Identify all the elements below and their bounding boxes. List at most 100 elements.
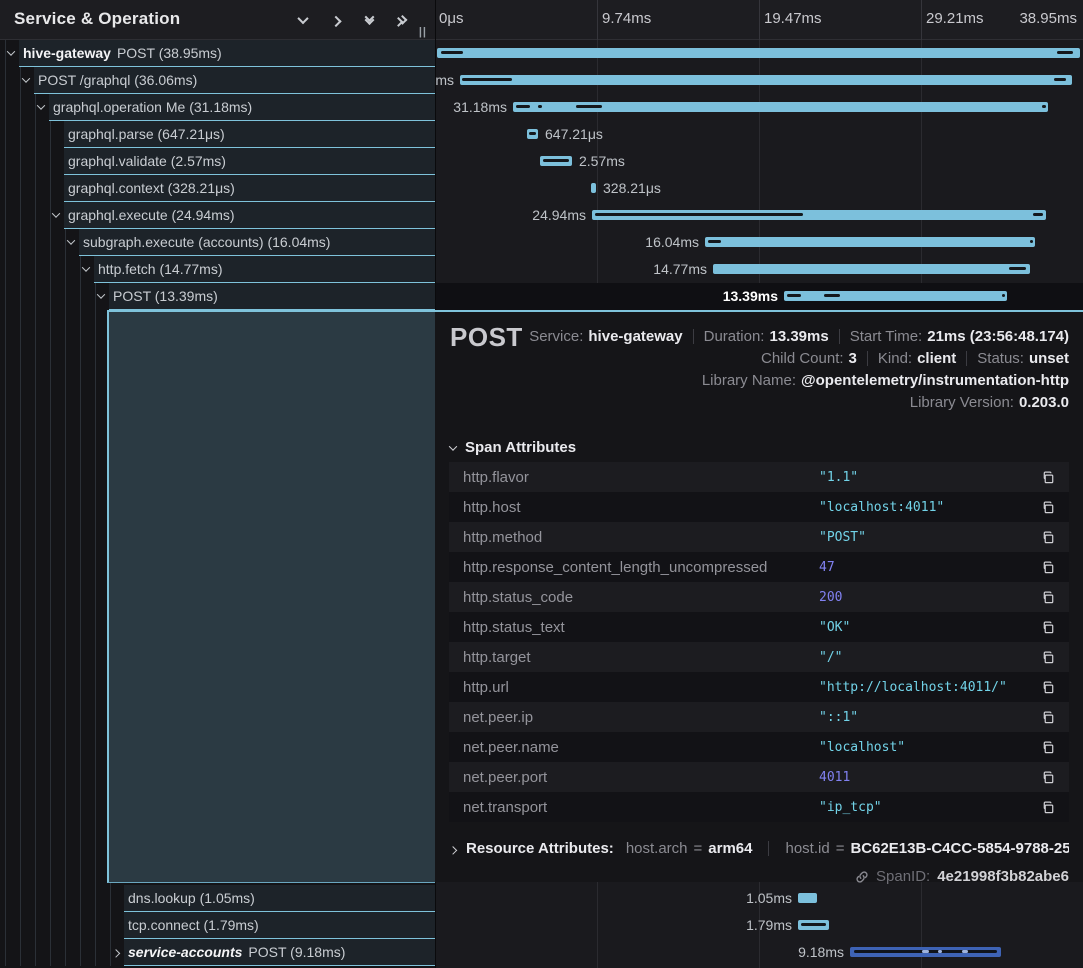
copy-icon[interactable] (1039, 618, 1057, 636)
operation-name-duration: POST (38.95ms) (117, 45, 222, 61)
tree-row-tcp-connect[interactable]: tcp.connect (1.79ms) (0, 912, 435, 939)
tree-row-post[interactable]: POST (13.39ms) (0, 283, 435, 310)
expand-all-icon[interactable] (395, 13, 409, 27)
chevron-down-icon[interactable] (97, 290, 105, 298)
span-bar-child-mark (1002, 294, 1005, 297)
resource-value: arm64 (708, 840, 752, 857)
span-duration-label: 31.18ms (453, 99, 507, 115)
span-bar-subgraph-execute-accounts[interactable] (705, 237, 1035, 247)
copy-icon[interactable] (1039, 708, 1057, 726)
tree-row-label: POST (13.39ms) (109, 283, 435, 310)
span-bar-child-mark (1033, 213, 1043, 216)
tree-row-subgraph-execute-accounts[interactable]: subgraph.execute (accounts) (16.04ms) (0, 229, 435, 256)
chevron-down-icon[interactable] (7, 47, 15, 55)
resource-attributes-title: Resource Attributes: (466, 840, 614, 857)
copy-icon[interactable] (1039, 768, 1057, 786)
span-detail-panel: POST Service:hive-gatewayDuration:13.39m… (435, 310, 1083, 882)
equals-sign: = (836, 840, 845, 857)
tree-toolbar (296, 0, 409, 40)
timeline-axis: 0μs9.74ms19.47ms29.21ms38.95ms (435, 0, 1083, 40)
span-bar-graphql-validate[interactable] (540, 156, 572, 166)
operation-name-duration: http.fetch (14.77ms) (98, 261, 223, 277)
span-bar-post[interactable] (784, 291, 1007, 301)
chevron-right-icon (450, 846, 457, 854)
tree-row-post-graphql[interactable]: POST /graphql (36.06ms) (0, 67, 435, 94)
span-bar-child-mark (801, 923, 826, 926)
operation-name-duration: POST (13.39ms) (113, 288, 218, 304)
tree-row-service-accounts-post[interactable]: service-accountsPOST (9.18ms) (0, 939, 435, 966)
span-bar-post-graphql[interactable] (460, 75, 1072, 85)
attribute-row-net-peer-ip: net.peer.ip"::1" (449, 702, 1069, 732)
tree-row-graphql-validate[interactable]: graphql.validate (2.57ms) (0, 148, 435, 175)
span-attributes-table: http.flavor"1.1" http.host"localhost:401… (449, 462, 1069, 822)
meta-value: unset (1029, 350, 1069, 367)
expand-one-icon[interactable] (329, 13, 343, 27)
attribute-row-net-peer-port: net.peer.port4011 (449, 762, 1069, 792)
span-bar-http-fetch[interactable] (713, 264, 1030, 274)
copy-icon[interactable] (1039, 558, 1057, 576)
copy-icon[interactable] (1039, 588, 1057, 606)
meta-value: hive-gateway (588, 328, 682, 345)
copy-icon[interactable] (1039, 798, 1057, 816)
span-id-row: SpanID: 4e21998f3b82abe6 (855, 868, 1069, 885)
span-bar-service-accounts-post[interactable] (850, 947, 1001, 957)
meta-separator (693, 329, 694, 344)
span-bar-child-mark (1009, 267, 1026, 270)
collapse-one-icon[interactable] (296, 13, 310, 27)
tree-row-graphql-context[interactable]: graphql.context (328.21μs) (0, 175, 435, 202)
resource-pair-host-id: host.id = BC62E13B-C4CC-5854-9788-256… (785, 840, 1069, 857)
resource-value: BC62E13B-C4CC-5854-9788-256… (850, 840, 1069, 857)
span-bar-child-mark (595, 213, 803, 216)
span-bar-graphql-operation-me[interactable] (513, 102, 1048, 112)
copy-icon[interactable] (1039, 738, 1057, 756)
chevron-down-icon[interactable] (67, 236, 75, 244)
span-bar-tcp-connect[interactable] (798, 920, 829, 930)
span-duration-label: 2.57ms (579, 153, 625, 169)
resource-key: host.id (785, 840, 829, 857)
attribute-key: net.peer.name (463, 739, 819, 756)
span-bar-child-mark (1057, 51, 1073, 54)
chevron-down-icon[interactable] (52, 209, 60, 217)
axis-tick-label: 0μs (439, 10, 464, 27)
column-resize-handle[interactable]: || (419, 26, 427, 38)
chevron-down-icon[interactable] (82, 263, 90, 271)
copy-icon[interactable] (1039, 468, 1057, 486)
tree-row-http-fetch[interactable]: http.fetch (14.77ms) (0, 256, 435, 283)
operation-name-duration: dns.lookup (1.05ms) (128, 890, 255, 906)
span-attributes-header[interactable]: Span Attributes (450, 439, 576, 456)
operation-name-duration: tcp.connect (1.79ms) (128, 917, 259, 933)
copy-icon[interactable] (1039, 678, 1057, 696)
copy-icon[interactable] (1039, 498, 1057, 516)
tree-row-graphql-parse[interactable]: graphql.parse (647.21μs) (0, 121, 435, 148)
tree-row-label: POST /graphql (36.06ms) (34, 67, 435, 94)
span-bar-child-mark (529, 132, 536, 135)
span-bar-child-mark (962, 950, 968, 953)
span-bar-dns-lookup[interactable] (798, 893, 817, 903)
span-bar-child-mark (922, 950, 929, 953)
attribute-value: "POST" (819, 530, 1039, 545)
tree-row-graphql-operation-me[interactable]: graphql.operation Me (31.18ms) (0, 94, 435, 121)
tree-row-graphql-execute[interactable]: graphql.execute (24.94ms) (0, 202, 435, 229)
attribute-value: 47 (819, 560, 1039, 575)
copy-icon[interactable] (1039, 528, 1057, 546)
meta-value: @opentelemetry/instrumentation-http (801, 372, 1069, 389)
copy-icon[interactable] (1039, 648, 1057, 666)
tree-row-label: graphql.context (328.21μs) (64, 175, 435, 202)
double-chevron-down-icon (366, 15, 373, 25)
resource-attributes-row[interactable]: Resource Attributes: host.arch=arm64host… (450, 840, 1069, 857)
attribute-value: "/" (819, 650, 1039, 665)
attribute-row-http-flavor: http.flavor"1.1" (449, 462, 1069, 492)
tree-row-hive-gateway-post[interactable]: hive-gatewayPOST (38.95ms) (0, 40, 435, 67)
tree-row-dns-lookup[interactable]: dns.lookup (1.05ms) (0, 885, 435, 912)
chevron-down-icon[interactable] (37, 101, 45, 109)
collapse-all-icon[interactable] (362, 13, 376, 27)
span-bar-graphql-context[interactable] (591, 183, 596, 193)
span-bar-hive-gateway-post[interactable] (437, 48, 1080, 58)
span-bar-graphql-execute[interactable] (592, 210, 1046, 220)
span-bar-graphql-parse[interactable] (527, 129, 538, 139)
chevron-down-icon[interactable] (22, 74, 30, 82)
chevron-right-icon[interactable] (112, 949, 120, 957)
meta-label: Status: (977, 350, 1024, 367)
attribute-key: net.peer.port (463, 769, 819, 786)
attribute-value: "::1" (819, 710, 1039, 725)
